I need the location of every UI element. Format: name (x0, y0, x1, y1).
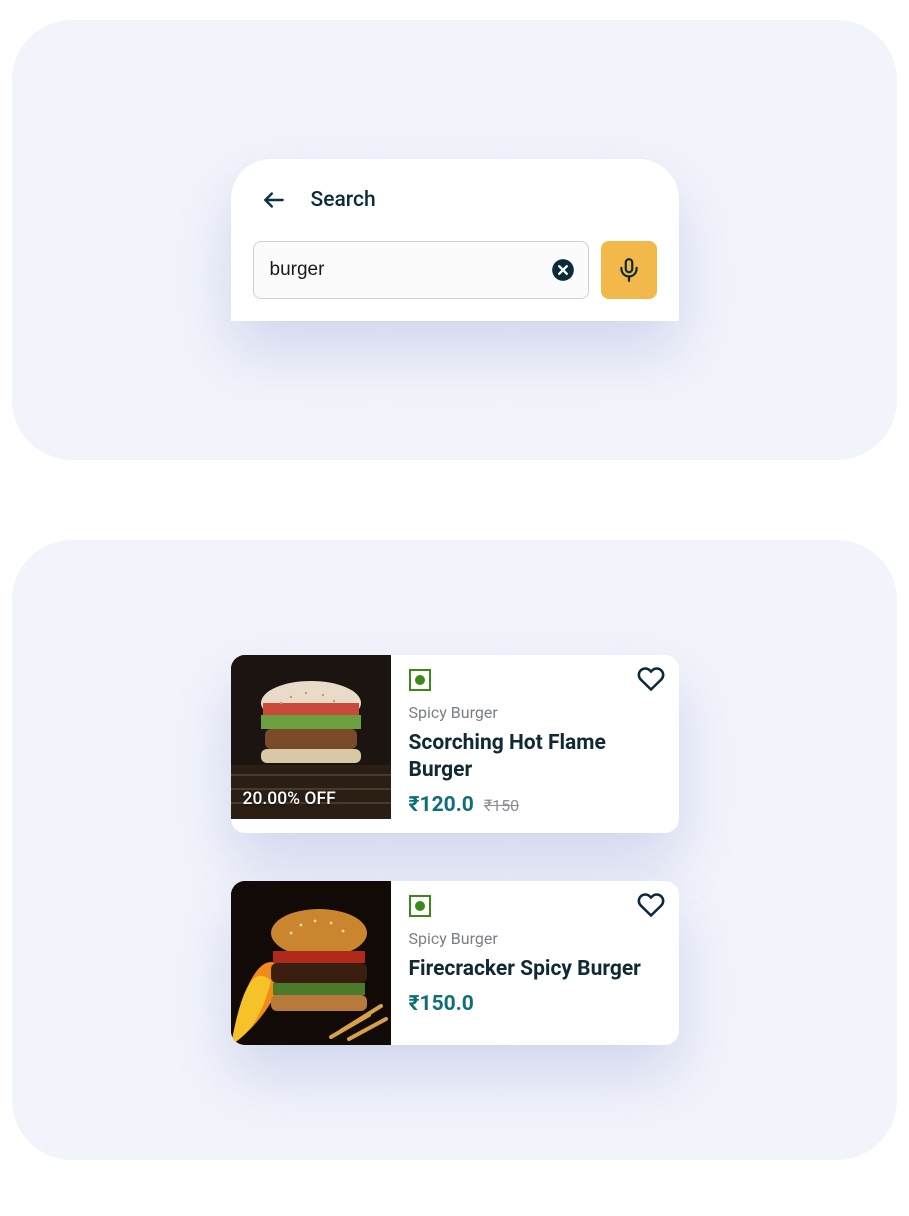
result-title: Firecracker Spicy Burger (409, 956, 663, 982)
result-category: Spicy Burger (409, 703, 663, 722)
mic-icon (616, 257, 642, 283)
arrow-left-icon (261, 187, 287, 213)
burger-image-icon (231, 881, 391, 1045)
veg-indicator-icon (409, 895, 431, 917)
favorite-button[interactable] (637, 665, 665, 696)
search-panel: Search (12, 20, 897, 460)
result-body: Spicy Burger Scorching Hot Flame Burger … (391, 655, 679, 833)
result-card[interactable]: Spicy Burger Firecracker Spicy Burger ₹1… (231, 881, 679, 1045)
heart-icon (637, 665, 665, 693)
price-row: ₹150.0 (409, 992, 663, 1016)
result-body: Spicy Burger Firecracker Spicy Burger ₹1… (391, 881, 679, 1045)
veg-indicator-icon (409, 669, 431, 691)
search-input[interactable] (270, 259, 550, 281)
results-list: 20.00% OFF Spicy Burger Scorching Hot Fl… (231, 655, 679, 1045)
result-price: ₹120.0 (409, 793, 474, 817)
clear-button[interactable] (550, 257, 576, 283)
result-thumb: 20.00% OFF (231, 655, 391, 819)
back-button[interactable] (261, 187, 287, 213)
search-card: Search (231, 159, 679, 321)
discount-badge: 20.00% OFF (243, 789, 336, 809)
results-panel: 20.00% OFF Spicy Burger Scorching Hot Fl… (12, 540, 897, 1160)
result-original-price: ₹150 (484, 796, 519, 815)
result-price: ₹150.0 (409, 992, 474, 1016)
favorite-button[interactable] (637, 891, 665, 922)
search-title: Search (311, 188, 376, 212)
heart-icon (637, 891, 665, 919)
search-header: Search (253, 187, 657, 213)
result-category: Spicy Burger (409, 929, 663, 948)
mic-button[interactable] (601, 241, 657, 299)
result-thumb (231, 881, 391, 1045)
close-circle-icon (550, 257, 576, 283)
search-row (253, 241, 657, 299)
price-row: ₹120.0 ₹150 (409, 793, 663, 817)
result-title: Scorching Hot Flame Burger (409, 730, 663, 783)
result-card[interactable]: 20.00% OFF Spicy Burger Scorching Hot Fl… (231, 655, 679, 833)
search-input-wrap[interactable] (253, 241, 589, 299)
